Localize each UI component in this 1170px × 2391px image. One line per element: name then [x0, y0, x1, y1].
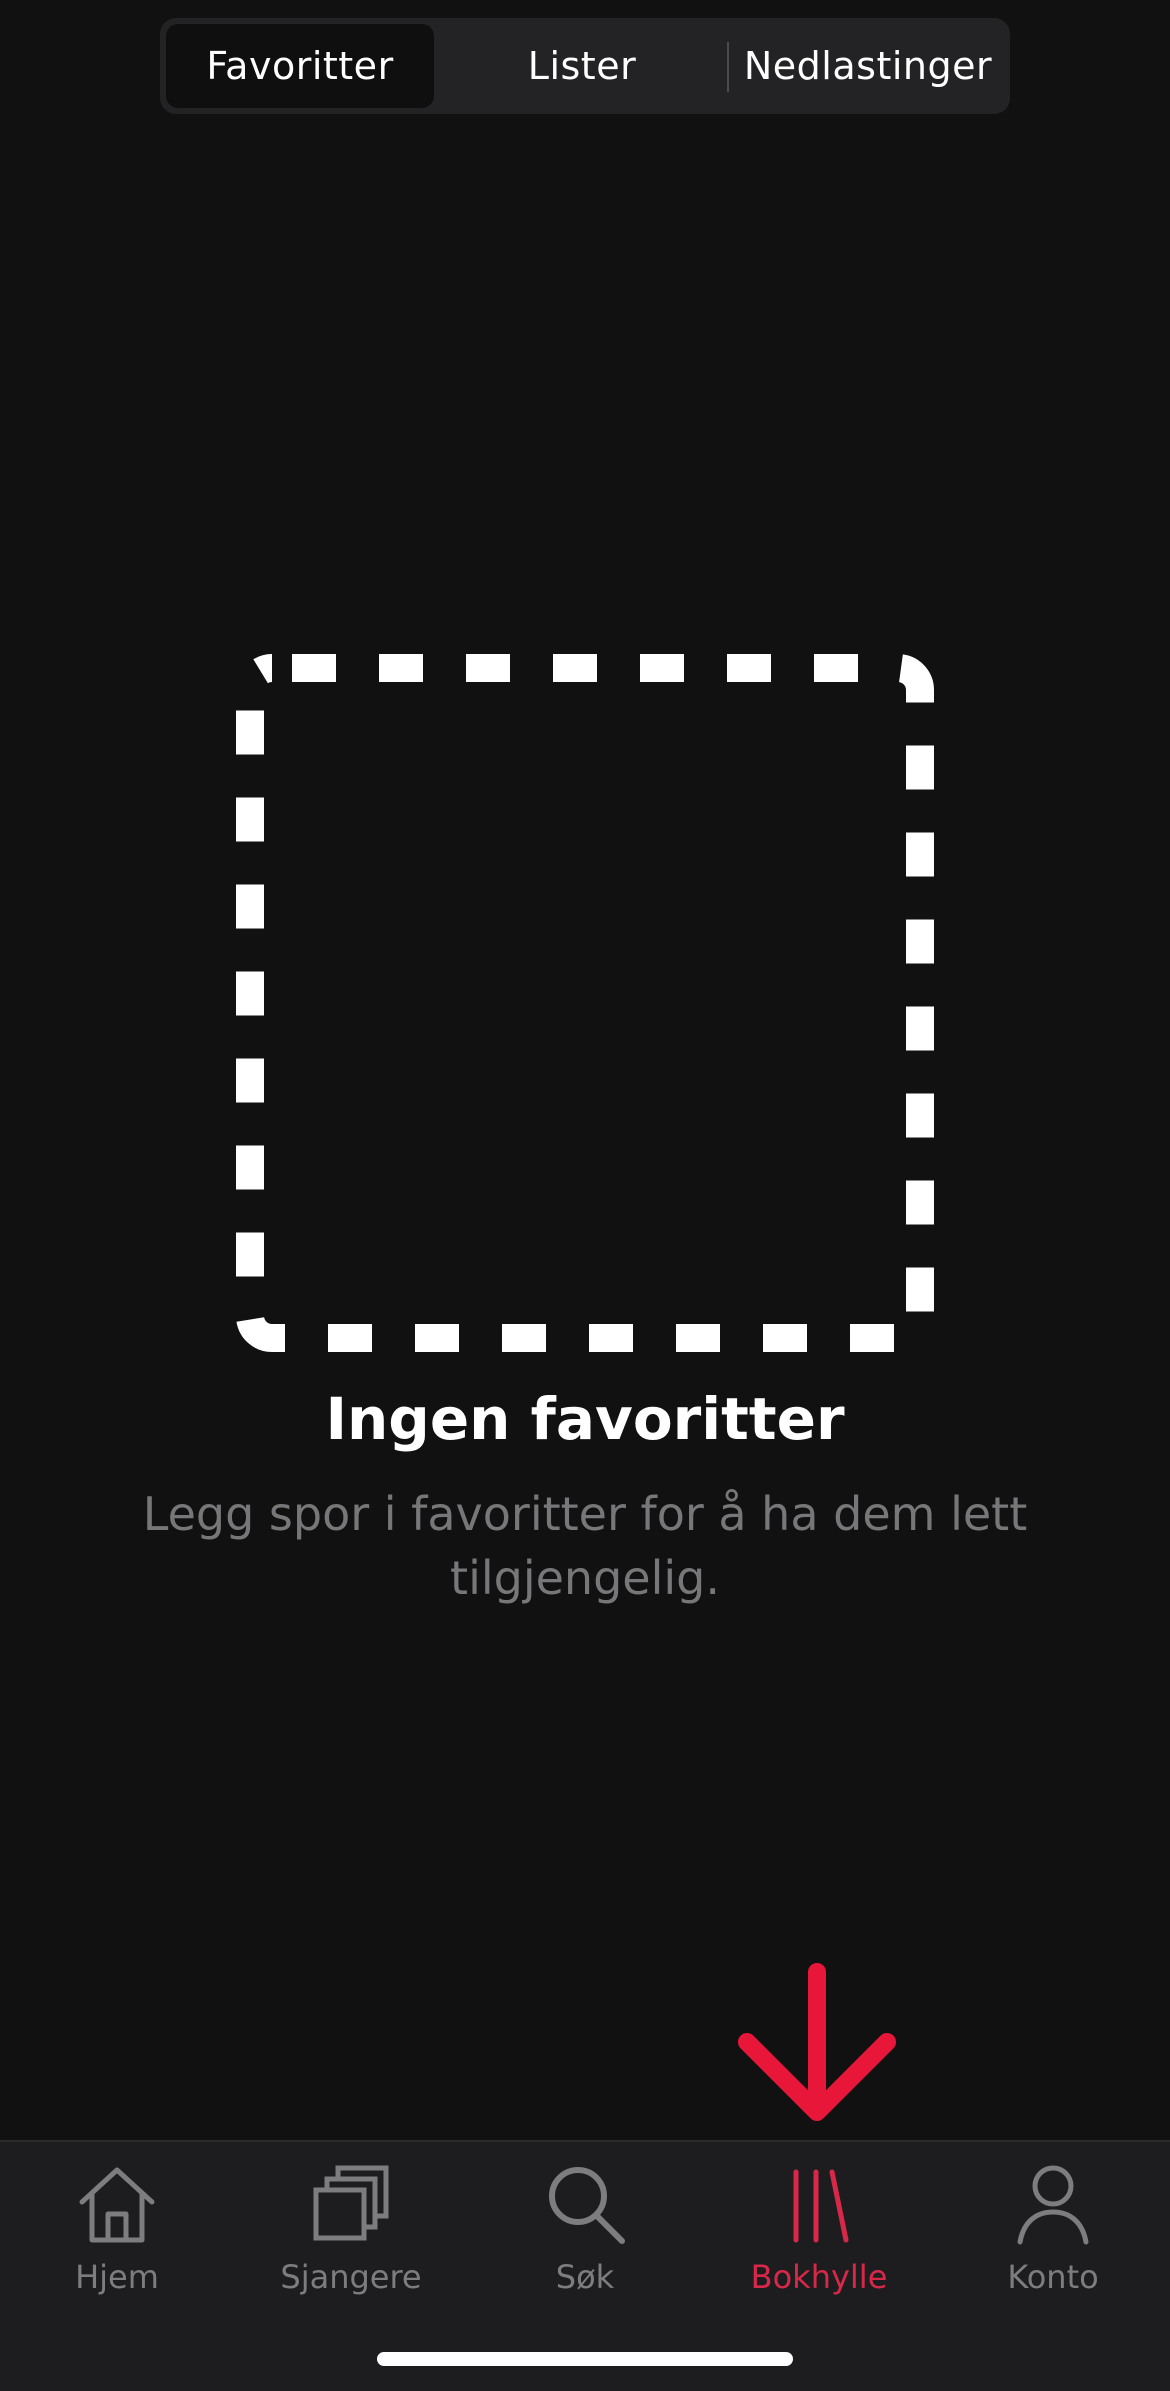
screen: Favoritter Lister Nedlastinger Ingen fav…	[0, 0, 1170, 2391]
empty-state-subtitle: Legg spor i favoritter for å ha dem lett…	[142, 1487, 1028, 1605]
segmented-control: Favoritter Lister Nedlastinger	[160, 18, 1010, 114]
tab-konto[interactable]: Konto	[936, 2156, 1170, 2326]
home-icon	[79, 2167, 155, 2243]
tab-label: Sjangere	[280, 2258, 422, 2296]
tab-label: Hjem	[75, 2258, 159, 2296]
tab-nedlastinger[interactable]: Nedlastinger	[732, 24, 1004, 108]
empty-state-title: Ingen favoritter	[325, 1385, 845, 1453]
person-icon	[1017, 2165, 1089, 2245]
stacked-squares-icon	[313, 2165, 389, 2241]
home-indicator[interactable]	[377, 2352, 793, 2366]
tab-bokhylle[interactable]: Bokhylle	[702, 2156, 936, 2326]
tab-label: Konto	[1007, 2258, 1099, 2296]
tab-label: Bokhylle	[750, 2258, 888, 2296]
search-icon	[549, 2167, 625, 2244]
tab-sjangere[interactable]: Sjangere	[234, 2156, 468, 2326]
segment-divider	[727, 42, 729, 92]
dashed-square-icon	[236, 654, 934, 1352]
tab-favoritter[interactable]: Favoritter	[166, 24, 434, 108]
tab-sok[interactable]: Søk	[468, 2156, 702, 2326]
bookshelf-icon	[793, 2169, 849, 2243]
tab-label: Søk	[555, 2258, 615, 2296]
tab-hjem[interactable]: Hjem	[0, 2156, 234, 2326]
tab-lister[interactable]: Lister	[442, 24, 722, 108]
down-arrow-icon	[735, 1962, 900, 2127]
